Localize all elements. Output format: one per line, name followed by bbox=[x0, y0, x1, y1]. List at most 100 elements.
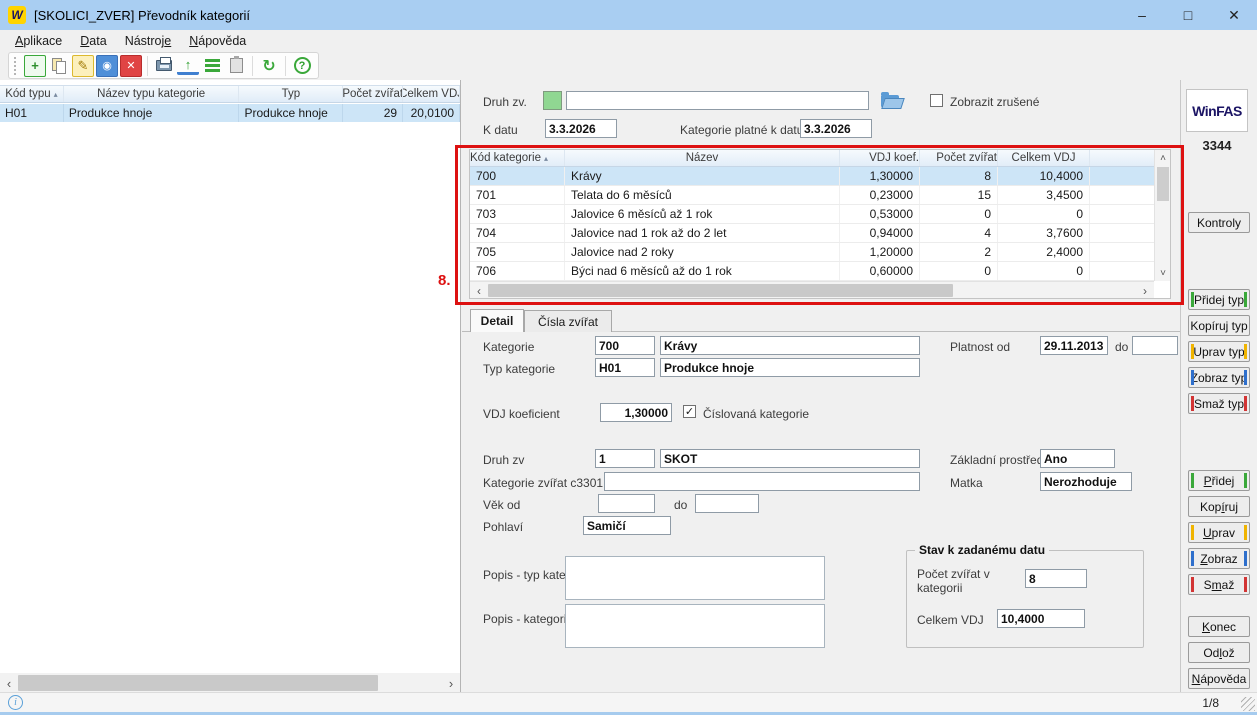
horizontal-scrollbar[interactable]: ‹ › bbox=[0, 673, 460, 693]
info-icon[interactable]: i bbox=[8, 695, 23, 710]
kontroly-button[interactable]: Kontroly bbox=[1188, 212, 1250, 233]
tab-detail[interactable]: Detail bbox=[470, 309, 524, 332]
zakladni-prostredek-input[interactable] bbox=[1040, 449, 1115, 468]
scroll-left-icon[interactable]: ‹ bbox=[0, 673, 18, 693]
kategorie-code-input[interactable] bbox=[595, 336, 655, 355]
help-icon[interactable]: ? bbox=[291, 55, 313, 77]
category-horizontal-scrollbar[interactable]: ‹ › bbox=[470, 281, 1154, 298]
delete-icon[interactable]: ✕ bbox=[120, 55, 142, 77]
scroll-right-icon[interactable]: › bbox=[442, 673, 460, 693]
cell-vdj: 0,94000 bbox=[840, 224, 920, 242]
export-icon[interactable]: ↑ bbox=[177, 57, 199, 75]
accent-bar bbox=[1244, 370, 1247, 385]
minimize-icon[interactable]: – bbox=[1119, 0, 1165, 30]
category-table-body: 700 Krávy 1,30000 8 10,4000 701 Telata d… bbox=[470, 167, 1170, 281]
pocet-zvirat-v-kategorii-input[interactable] bbox=[1025, 569, 1087, 588]
cislovana-kategorie-checkbox[interactable]: ✓ bbox=[683, 405, 696, 418]
table-row[interactable]: 706 Býci nad 6 měsíců až do 1 rok 0,6000… bbox=[470, 262, 1170, 281]
zobraz-button[interactable]: Zobraz bbox=[1188, 548, 1250, 569]
kopiruj-typ-button[interactable]: Kopíruj typ bbox=[1188, 315, 1250, 336]
platnost-od-input[interactable] bbox=[1040, 336, 1108, 355]
open-folder-icon[interactable] bbox=[881, 95, 899, 107]
category-vertical-scrollbar[interactable]: ˄ ˅ bbox=[1154, 150, 1170, 281]
resize-grip[interactable] bbox=[1241, 697, 1255, 711]
matka-input[interactable] bbox=[1040, 472, 1132, 491]
druh-zv-input[interactable] bbox=[566, 91, 869, 110]
zobraz-typ-button[interactable]: Zobraz typ bbox=[1188, 367, 1250, 388]
kategorie-zvirat-c3301-input[interactable] bbox=[604, 472, 920, 491]
column-header-nazev-typu[interactable]: Název typu kategorie bbox=[64, 86, 240, 102]
kopiruj-button[interactable]: Kopíruj bbox=[1188, 496, 1250, 517]
scroll-left-icon[interactable]: ‹ bbox=[470, 282, 488, 299]
scrollbar-thumb[interactable] bbox=[488, 284, 953, 297]
print-icon[interactable] bbox=[153, 55, 175, 77]
toolbar-separator bbox=[252, 56, 253, 76]
column-header-vdj-koef[interactable]: VDJ koef. bbox=[840, 150, 920, 166]
stav-celkem-vdj-input[interactable] bbox=[997, 609, 1085, 628]
accent-bar bbox=[1191, 344, 1194, 359]
smaz-button[interactable]: Smaž bbox=[1188, 574, 1250, 595]
typ-code-input[interactable] bbox=[595, 358, 655, 377]
cell-pocet: 0 bbox=[920, 262, 998, 280]
accent-bar bbox=[1244, 292, 1247, 307]
edit-icon[interactable]: ✎ bbox=[72, 55, 94, 77]
menu-data[interactable]: Data bbox=[71, 32, 115, 50]
add-icon[interactable]: + bbox=[24, 55, 46, 77]
k-datu-input[interactable] bbox=[545, 119, 617, 138]
pohlavi-input[interactable] bbox=[583, 516, 671, 535]
scroll-up-icon[interactable]: ˄ bbox=[1155, 150, 1171, 166]
table-row[interactable]: 701 Telata do 6 měsíců 0,23000 15 3,4500 bbox=[470, 186, 1170, 205]
kategorie-platne-input[interactable] bbox=[800, 119, 872, 138]
typ-name-input[interactable] bbox=[660, 358, 920, 377]
column-header-celkem-vdj[interactable]: Celkem VDJ bbox=[403, 86, 460, 102]
uprav-button[interactable]: Uprav bbox=[1188, 522, 1250, 543]
menu-nastroje[interactable]: Nástroje bbox=[116, 32, 181, 50]
pohlavi-label: Pohlaví bbox=[483, 520, 523, 534]
druh-code-input[interactable] bbox=[595, 449, 655, 468]
toolbar-grip[interactable] bbox=[14, 57, 19, 75]
druh-name-input[interactable] bbox=[660, 449, 920, 468]
scroll-down-icon[interactable]: ˅ bbox=[1155, 265, 1171, 281]
column-header-celkem-vdj[interactable]: Celkem VDJ bbox=[998, 150, 1090, 166]
menu-napoveda[interactable]: Nápověda bbox=[180, 32, 255, 50]
pridej-typ-button[interactable]: Přidej typ bbox=[1188, 289, 1250, 310]
vdj-koeficient-input[interactable] bbox=[600, 403, 672, 422]
column-header-kod-typu[interactable]: Kód typu▴ bbox=[0, 86, 64, 102]
column-header-kod-kategorie[interactable]: Kód kategorie▴ bbox=[470, 150, 565, 166]
vek-do-input[interactable] bbox=[695, 494, 759, 513]
popis-kategorie-textarea[interactable] bbox=[565, 604, 825, 648]
refresh-icon[interactable]: ↻ bbox=[258, 55, 280, 77]
scrollbar-thumb[interactable] bbox=[1157, 167, 1169, 201]
uprav-typ-button[interactable]: Uprav typ bbox=[1188, 341, 1250, 362]
scrollbar-thumb[interactable] bbox=[18, 675, 378, 691]
maximize-icon[interactable]: □ bbox=[1165, 0, 1211, 30]
vek-od-input[interactable] bbox=[598, 494, 655, 513]
napoveda-button[interactable]: Nápověda bbox=[1188, 668, 1250, 689]
odloz-button[interactable]: Odlož bbox=[1188, 642, 1250, 663]
platnost-do-input[interactable] bbox=[1132, 336, 1178, 355]
menu-aplikace[interactable]: Aplikace bbox=[6, 32, 71, 50]
table-row[interactable]: 704 Jalovice nad 1 rok až do 2 let 0,940… bbox=[470, 224, 1170, 243]
paste-icon[interactable] bbox=[225, 55, 247, 77]
tab-cisla-zvirat[interactable]: Čísla zvířat bbox=[524, 310, 612, 332]
column-header-pocet-zvirat[interactable]: Počet zvířat bbox=[343, 86, 403, 102]
konec-button[interactable]: Konec bbox=[1188, 616, 1250, 637]
view-icon[interactable]: ◉ bbox=[96, 55, 118, 77]
smaz-typ-button[interactable]: Smaž typ bbox=[1188, 393, 1250, 414]
copy-icon[interactable] bbox=[48, 55, 70, 77]
table-row[interactable]: H01 Produkce hnoje Produkce hnoje 29 20,… bbox=[0, 104, 460, 122]
table-row[interactable]: 705 Jalovice nad 2 roky 1,20000 2 2,4000 bbox=[470, 243, 1170, 262]
scroll-right-icon[interactable]: › bbox=[1136, 282, 1154, 299]
pridej-button[interactable]: Přidej bbox=[1188, 470, 1250, 491]
column-header-typ[interactable]: Typ bbox=[239, 86, 343, 102]
zobrazit-zrusene-checkbox[interactable] bbox=[930, 94, 943, 107]
list-icon[interactable] bbox=[201, 55, 223, 77]
kategorie-name-input[interactable] bbox=[660, 336, 920, 355]
close-icon[interactable]: ✕ bbox=[1211, 0, 1257, 30]
cell-nazev: Jalovice 6 měsíců až 1 rok bbox=[565, 205, 840, 223]
column-header-pocet-zvirat[interactable]: Počet zvířat bbox=[920, 150, 998, 166]
table-row[interactable]: 700 Krávy 1,30000 8 10,4000 bbox=[470, 167, 1170, 186]
table-row[interactable]: 703 Jalovice 6 měsíců až 1 rok 0,53000 0… bbox=[470, 205, 1170, 224]
popis-typ-kategorie-textarea[interactable] bbox=[565, 556, 825, 600]
column-header-nazev[interactable]: Název bbox=[565, 150, 840, 166]
